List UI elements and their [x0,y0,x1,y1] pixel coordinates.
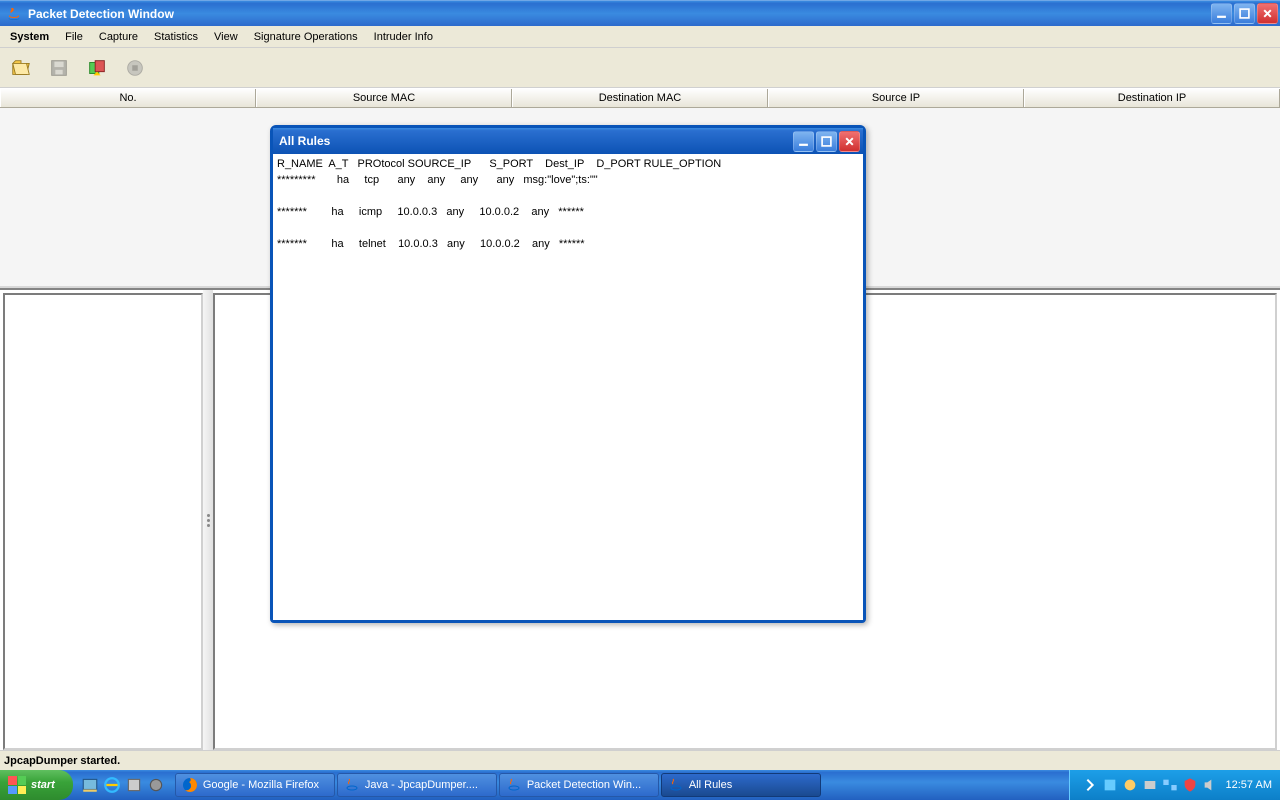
task-label: Packet Detection Win... [527,779,641,791]
all-rules-dialog: All Rules R_NAME A_T PROtocol SOURCE_IP … [270,125,866,623]
save-button [42,51,76,85]
toolbar [0,48,1280,88]
rule-row: ******* ha telnet 10.0.0.3 any 10.0.0.2 … [277,238,585,250]
task-java-dumper[interactable]: Java - JpcapDumper.... [337,773,497,797]
tray-icon[interactable] [1142,777,1158,793]
menu-signature-operations[interactable]: Signature Operations [246,28,366,46]
splitter[interactable] [203,290,213,750]
tray-icon[interactable] [1122,777,1138,793]
minimize-button[interactable] [1211,3,1232,24]
java-icon [344,777,360,793]
menubar: System File Capture Statistics View Sign… [0,26,1280,48]
col-no[interactable]: No. [0,89,256,107]
java-icon [668,777,684,793]
table-header: No. Source MAC Destination MAC Source IP… [0,88,1280,108]
task-label: All Rules [689,779,732,791]
stop-button [118,51,152,85]
java-icon [506,777,522,793]
main-body: All Rules R_NAME A_T PROtocol SOURCE_IP … [0,108,1280,750]
menu-capture[interactable]: Capture [91,28,146,46]
menu-view[interactable]: View [206,28,246,46]
menu-intruder-info[interactable]: Intruder Info [366,28,441,46]
col-dest-mac[interactable]: Destination MAC [512,89,768,107]
taskbar: start Google - Mozilla Firefox Java - Jp… [0,770,1280,800]
tray-chevron-icon[interactable] [1082,777,1098,793]
java-icon [6,6,22,22]
dialog-titlebar[interactable]: All Rules [273,128,863,154]
open-button[interactable] [4,51,38,85]
main-titlebar: Packet Detection Window [0,0,1280,26]
dialog-body[interactable]: R_NAME A_T PROtocol SOURCE_IP S_PORT Des… [273,154,863,620]
quick-launch-item[interactable] [147,776,165,794]
task-packet-detection[interactable]: Packet Detection Win... [499,773,659,797]
window-title: Packet Detection Window [26,7,1211,21]
col-source-mac[interactable]: Source MAC [256,89,512,107]
menu-file[interactable]: File [57,28,91,46]
tray-shield-icon[interactable] [1182,777,1198,793]
rules-header: R_NAME A_T PROtocol SOURCE_IP S_PORT Des… [277,158,721,170]
col-source-ip[interactable]: Source IP [768,89,1024,107]
menu-statistics[interactable]: Statistics [146,28,206,46]
start-button[interactable]: start [0,770,73,800]
dialog-minimize-button[interactable] [793,131,814,152]
rule-row: ********* ha tcp any any any any msg:"lo… [277,174,598,186]
task-label: Google - Mozilla Firefox [203,779,319,791]
dialog-title: All Rules [276,134,793,148]
dialog-maximize-button[interactable] [816,131,837,152]
start-label: start [31,779,55,791]
show-desktop-icon[interactable] [81,776,99,794]
tray-volume-icon[interactable] [1202,777,1218,793]
tree-pane[interactable] [3,293,203,750]
quick-launch-item[interactable] [125,776,143,794]
firefox-icon [182,777,198,793]
task-firefox[interactable]: Google - Mozilla Firefox [175,773,335,797]
maximize-button[interactable] [1234,3,1255,24]
tray-icon[interactable] [1102,777,1118,793]
close-button[interactable] [1257,3,1278,24]
dialog-close-button[interactable] [839,131,860,152]
capture-button[interactable] [80,51,114,85]
rule-row: ******* ha icmp 10.0.0.3 any 10.0.0.2 an… [277,206,584,218]
system-tray: 12:57 AM [1069,770,1280,800]
clock[interactable]: 12:57 AM [1222,779,1272,791]
taskbar-tasks: Google - Mozilla Firefox Java - JpcapDum… [173,773,1069,797]
tray-network-icon[interactable] [1162,777,1178,793]
menu-system[interactable]: System [2,28,57,46]
col-dest-ip[interactable]: Destination IP [1024,89,1280,107]
ie-icon[interactable] [103,776,121,794]
task-label: Java - JpcapDumper.... [365,779,478,791]
task-all-rules[interactable]: All Rules [661,773,821,797]
status-bar: JpcapDumper started. [0,750,1280,770]
quick-launch [73,776,173,794]
status-text: JpcapDumper started. [4,755,120,767]
windows-logo-icon [8,776,26,794]
